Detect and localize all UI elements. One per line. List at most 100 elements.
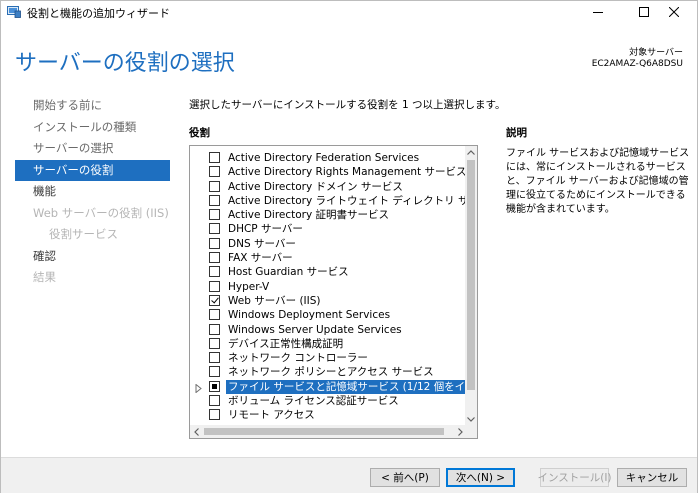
- wizard-footer: < 前へ(P) 次へ(N) > インストール(I) キャンセル: [1, 457, 697, 493]
- vertical-scroll-thumb[interactable]: [467, 160, 475, 390]
- role-item[interactable]: ネットワーク コントローラー: [190, 351, 466, 365]
- role-checkbox[interactable]: [209, 294, 220, 306]
- role-checkbox[interactable]: [209, 352, 220, 364]
- close-button[interactable]: [651, 1, 697, 23]
- wizard-window: 役割と機能の追加ウィザード サーバーの役割の選択 対象サーバー EC2AMAZ-…: [0, 0, 698, 493]
- role-checkbox[interactable]: [209, 194, 220, 206]
- cancel-button[interactable]: キャンセル: [617, 468, 687, 487]
- role-checkbox[interactable]: [209, 366, 220, 378]
- role-label: Windows Server Update Services: [228, 323, 402, 336]
- role-label: Web サーバー (IIS): [228, 294, 321, 307]
- maximize-icon: [639, 7, 649, 17]
- role-item[interactable]: ネットワーク ポリシーとアクセス サービス: [190, 365, 466, 379]
- role-checkbox[interactable]: [209, 380, 220, 392]
- server-manager-icon: [7, 5, 21, 18]
- chevron-left-icon: [193, 427, 199, 436]
- minimize-icon: [593, 12, 603, 13]
- role-item[interactable]: デバイス正常性構成証明: [190, 337, 466, 351]
- role-label: FAX サーバー: [228, 252, 293, 265]
- role-checkbox[interactable]: [209, 237, 220, 249]
- vertical-scrollbar[interactable]: [465, 146, 477, 425]
- role-label: Active Directory Rights Management サービス: [228, 166, 467, 179]
- role-label: ネットワーク コントローラー: [228, 352, 368, 365]
- description-heading: 説明: [506, 127, 527, 139]
- roles-list-items: Active Directory Federation Services Acti…: [190, 151, 477, 423]
- role-checkbox[interactable]: [209, 266, 220, 278]
- chevron-down-icon: [467, 416, 475, 422]
- nav-item-results: 結果: [33, 270, 56, 284]
- description-text: ファイル サービスおよび記憶域サービスには、常にインストールされるサービスと、フ…: [506, 148, 690, 215]
- horizontal-scroll-thumb[interactable]: [204, 428, 444, 435]
- role-checkbox[interactable]: [209, 337, 220, 349]
- scroll-down-arrow[interactable]: [465, 413, 477, 425]
- role-item[interactable]: Host Guardian サービス: [190, 265, 466, 279]
- role-item[interactable]: Windows Deployment Services: [190, 308, 466, 322]
- roles-heading: 役割: [189, 127, 210, 139]
- role-label: Windows Deployment Services: [228, 309, 391, 322]
- horizontal-scrollbar[interactable]: [190, 425, 466, 438]
- roles-list[interactable]: Active Directory Federation Services Acti…: [189, 145, 478, 439]
- role-item[interactable]: Active Directory 証明書サービス: [190, 208, 466, 222]
- role-checkbox[interactable]: [209, 409, 220, 421]
- role-item[interactable]: DNS サーバー: [190, 237, 466, 251]
- role-label: Hyper-V: [228, 280, 270, 293]
- role-label: Active Directory ライトウェイト ディレクトリ サービス: [228, 194, 478, 207]
- role-checkbox[interactable]: [209, 309, 220, 321]
- next-button[interactable]: 次へ(N) >: [446, 468, 515, 487]
- role-checkbox[interactable]: [209, 223, 220, 235]
- role-checkbox[interactable]: [209, 395, 220, 407]
- role-checkbox[interactable]: [209, 323, 220, 335]
- role-item[interactable]: Active Directory Rights Management サービス: [190, 165, 467, 179]
- chevron-up-icon: [467, 149, 475, 155]
- role-item[interactable]: Hyper-V: [190, 280, 466, 294]
- role-label: ボリューム ライセンス認証サービス: [228, 395, 399, 408]
- role-checkbox[interactable]: [209, 280, 220, 292]
- scroll-up-arrow[interactable]: [465, 146, 477, 158]
- scroll-left-arrow[interactable]: [190, 425, 202, 438]
- role-label: リモート アクセス: [228, 409, 315, 422]
- role-item[interactable]: Windows Server Update Services: [190, 323, 466, 337]
- role-checkbox[interactable]: [209, 252, 220, 264]
- nav-item-web-server-role: Web サーバーの役割 (IIS): [33, 205, 169, 220]
- nav-item-confirmation[interactable]: 確認: [15, 246, 170, 268]
- role-item[interactable]: Active Directory ライトウェイト ディレクトリ サービス: [190, 194, 477, 208]
- scrollbar-corner: [465, 425, 477, 438]
- nav-item-features[interactable]: 機能: [15, 181, 170, 203]
- nav-item-before-you-begin[interactable]: 開始する前に: [15, 95, 170, 117]
- install-button: インストール(I): [537, 468, 612, 487]
- target-server-value: EC2AMAZ-Q6A8DSU: [591, 59, 683, 69]
- role-label: ネットワーク ポリシーとアクセス サービス: [228, 366, 434, 379]
- role-label: Host Guardian サービス: [228, 266, 349, 279]
- role-item[interactable]: Web サーバー (IIS): [190, 294, 466, 308]
- target-server-label: 対象サーバー: [629, 48, 683, 58]
- role-label: Active Directory ドメイン サービス: [228, 180, 403, 193]
- role-label: Active Directory Federation Services: [228, 152, 420, 164]
- window-title: 役割と機能の追加ウィザード: [27, 7, 170, 20]
- role-label: Active Directory 証明書サービス: [228, 209, 390, 222]
- role-label: DHCP サーバー: [228, 223, 303, 236]
- nav-item-server-selection[interactable]: サーバーの選択: [15, 138, 170, 160]
- minimize-button[interactable]: [575, 1, 621, 23]
- role-checkbox[interactable]: [209, 152, 220, 163]
- role-checkbox[interactable]: [209, 209, 220, 221]
- previous-button[interactable]: < 前へ(P): [370, 468, 440, 487]
- role-item[interactable]: FAX サーバー: [190, 251, 466, 265]
- role-item[interactable]: DHCP サーバー: [190, 222, 466, 236]
- close-icon: [669, 7, 679, 17]
- role-checkbox[interactable]: [209, 180, 220, 192]
- expand-arrow-icon[interactable]: [195, 383, 203, 394]
- role-label: ファイル サービスと記憶域サービス (1/12 個をインストール済: [226, 379, 477, 394]
- role-item[interactable]: ボリューム ライセンス認証サービス: [190, 394, 466, 408]
- title-bar[interactable]: 役割と機能の追加ウィザード: [1, 1, 697, 23]
- page-title: サーバーの役割の選択: [15, 51, 235, 76]
- role-item[interactable]: Active Directory Federation Services: [190, 151, 466, 165]
- wizard-nav: 開始する前に インストールの種類 サーバーの選択 サーバーの役割 機能 Web …: [15, 95, 170, 289]
- role-checkbox[interactable]: [209, 166, 220, 178]
- nav-item-server-roles[interactable]: サーバーの役割: [15, 159, 170, 181]
- role-item[interactable]: Active Directory ドメイン サービス: [190, 180, 466, 194]
- nav-item-installation-type[interactable]: インストールの種類: [15, 117, 170, 139]
- chevron-right-icon: [457, 427, 463, 436]
- role-label: DNS サーバー: [228, 237, 296, 250]
- role-item[interactable]: ファイル サービスと記憶域サービス (1/12 個をインストール済: [190, 379, 477, 394]
- role-item[interactable]: リモート アクセス: [190, 408, 466, 422]
